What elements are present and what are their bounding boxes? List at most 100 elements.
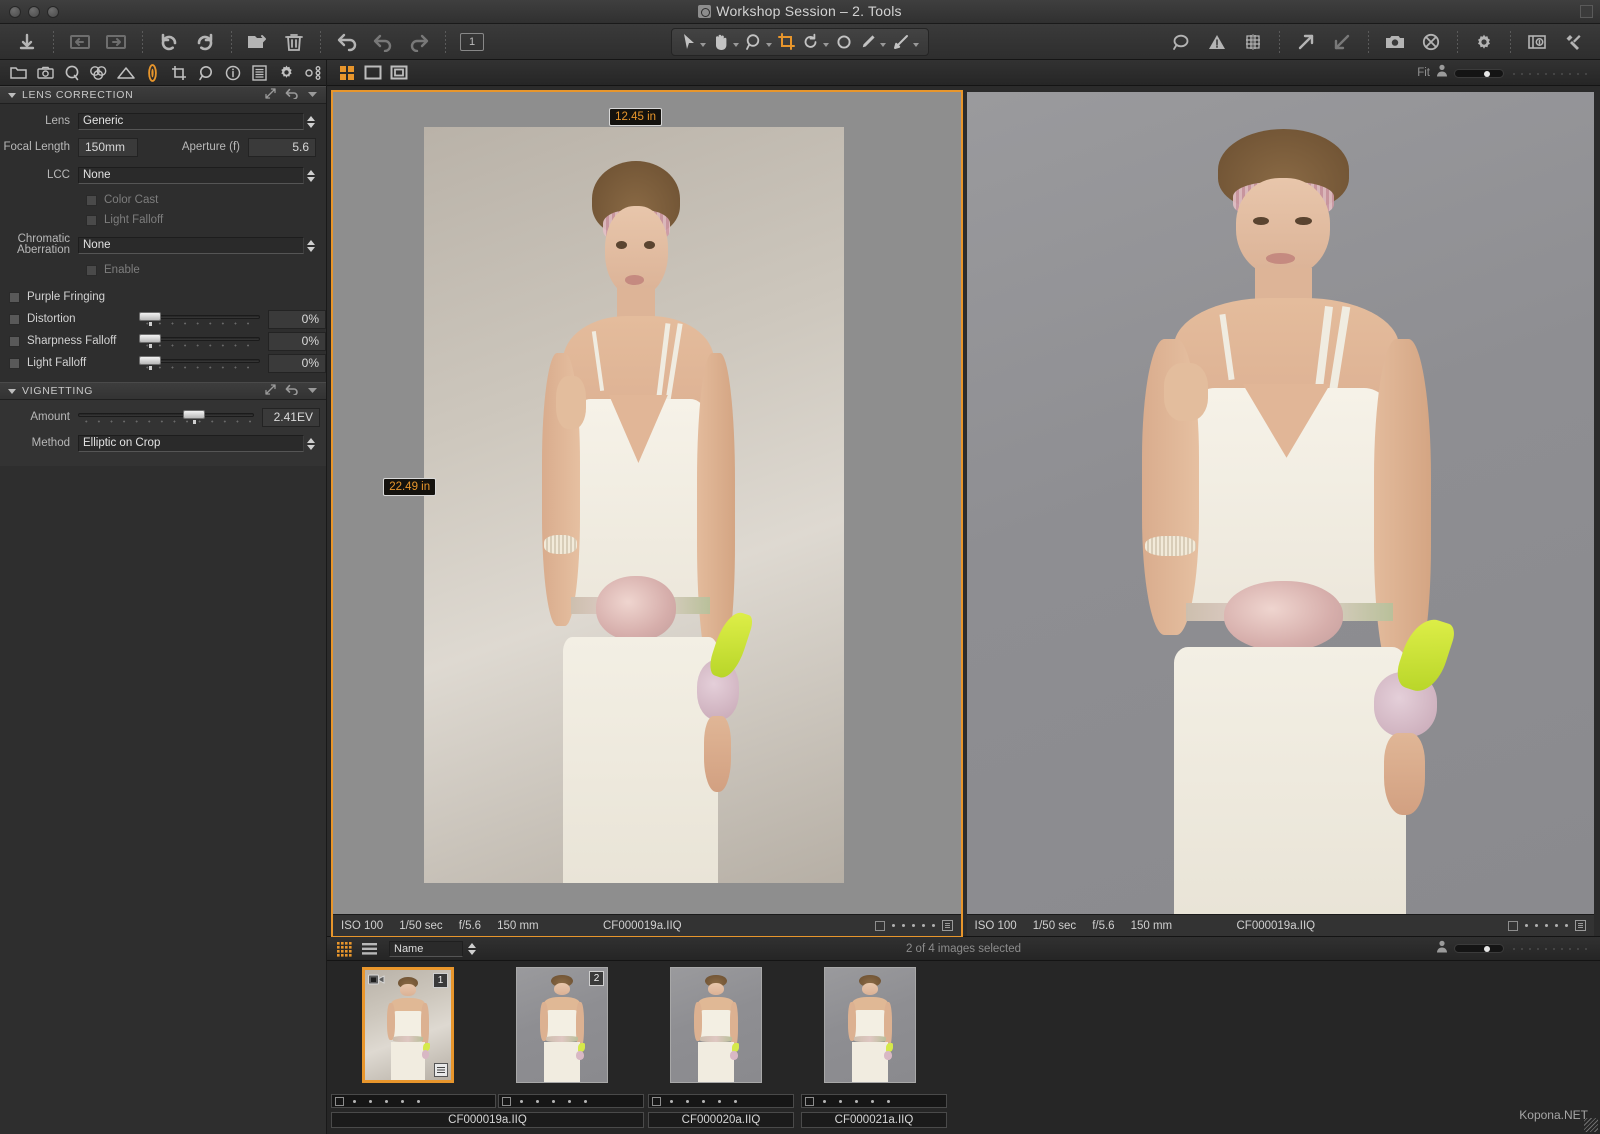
- light-falloff-slider[interactable]: [139, 353, 260, 373]
- batch-tab[interactable]: [301, 62, 326, 84]
- loupe-icon[interactable]: [1164, 27, 1198, 57]
- primary-image-pane[interactable]: 12.45 in 22.49 in ISO 100 1/50 sec f/5.6…: [331, 90, 963, 938]
- sharpness-falloff-slider[interactable]: [139, 331, 260, 351]
- gear-icon[interactable]: [1467, 27, 1501, 57]
- rotate-cw-icon[interactable]: [188, 27, 222, 57]
- lcc-select[interactable]: None: [78, 166, 315, 184]
- no-entry-icon[interactable]: [1414, 27, 1448, 57]
- color-tag-icon[interactable]: [502, 1096, 511, 1106]
- chevron-down-icon[interactable]: [913, 43, 919, 47]
- chromatic-aberration-select[interactable]: None: [78, 236, 315, 254]
- color-tag-icon[interactable]: [335, 1096, 344, 1106]
- vignette-amount-slider[interactable]: [78, 407, 254, 427]
- multi-view-button[interactable]: [335, 63, 359, 83]
- move-left-icon[interactable]: [63, 27, 97, 57]
- secondary-image-pane[interactable]: ISO 100 1/50 sec f/5.6 150 mm CF000019a.…: [966, 92, 1594, 936]
- rating-star-3[interactable]: [911, 924, 915, 927]
- vignette-method-select[interactable]: Elliptic on Crop: [78, 434, 315, 452]
- chevron-down-icon[interactable]: [766, 43, 772, 47]
- rotate-ccw-icon[interactable]: [152, 27, 186, 57]
- chevron-down-icon[interactable]: [733, 43, 739, 47]
- capture-tab[interactable]: [33, 62, 58, 84]
- pan-tool[interactable]: [709, 30, 742, 54]
- rating-star-1[interactable]: [891, 924, 895, 927]
- crop-tool[interactable]: [775, 30, 799, 54]
- lcc-stepper-icon[interactable]: [305, 167, 317, 186]
- resize-handle[interactable]: [1584, 1118, 1598, 1132]
- single-view-button[interactable]: [361, 63, 385, 83]
- notes-icon[interactable]: [941, 920, 953, 931]
- secondary-rating[interactable]: [1508, 920, 1586, 931]
- lens-stepper-icon[interactable]: [305, 113, 317, 132]
- rating-star-1[interactable]: [1525, 924, 1528, 927]
- tools-icon[interactable]: [1556, 27, 1590, 57]
- rating-star-5[interactable]: [931, 924, 935, 927]
- thumbnail-2[interactable]: 2: [485, 967, 639, 1134]
- sharpness-falloff-value[interactable]: 0%: [268, 331, 326, 351]
- rating-star-5[interactable]: [1565, 924, 1568, 927]
- color-tag-icon[interactable]: [1508, 920, 1518, 931]
- variant-count-icon[interactable]: 1: [455, 27, 489, 57]
- zoom-tool[interactable]: [742, 30, 775, 54]
- aperture-field[interactable]: 5.6: [248, 137, 316, 157]
- draw-mask-tool[interactable]: [856, 30, 889, 54]
- thumbnail-3-name[interactable]: CF000020a.IIQ: [648, 1112, 794, 1128]
- arrow-in-icon[interactable]: [1325, 27, 1359, 57]
- distortion-slider[interactable]: [139, 309, 260, 329]
- chromatic-stepper-icon[interactable]: [305, 237, 317, 256]
- reset-icon[interactable]: [285, 88, 298, 102]
- composition-tab[interactable]: [167, 62, 192, 84]
- primary-image-canvas[interactable]: 12.45 in 22.49 in: [333, 92, 961, 914]
- thumbnail-1-name[interactable]: CF000019a.IIQ: [331, 1112, 644, 1128]
- sharpness-falloff-checkbox[interactable]: [9, 335, 20, 347]
- rating-star-4[interactable]: [921, 924, 925, 927]
- light-falloff-value[interactable]: 0%: [268, 353, 326, 373]
- info-panel-icon[interactable]: [1520, 27, 1554, 57]
- notes-icon[interactable]: [434, 1063, 448, 1077]
- thumbnail-3[interactable]: [639, 967, 793, 1134]
- open-folder-icon[interactable]: [241, 27, 275, 57]
- camera-icon[interactable]: [1378, 27, 1412, 57]
- color-tag-icon[interactable]: [805, 1096, 814, 1106]
- chevron-down-icon[interactable]: [700, 43, 706, 47]
- thumbnail-4-name[interactable]: CF000021a.IIQ: [801, 1112, 947, 1128]
- secondary-image-canvas[interactable]: [966, 92, 1594, 914]
- exposure-tab[interactable]: [113, 62, 138, 84]
- thumbnail-1-image[interactable]: 1: [362, 967, 454, 1083]
- purple-fringing-checkbox[interactable]: [9, 291, 20, 303]
- sort-select[interactable]: Name: [389, 940, 463, 957]
- section-menu-icon[interactable]: [307, 385, 318, 397]
- output-tab[interactable]: [274, 62, 299, 84]
- arrow-out-icon[interactable]: [1289, 27, 1323, 57]
- rating-stars-1[interactable]: [353, 1099, 420, 1103]
- rating-star-3[interactable]: [1545, 924, 1548, 927]
- thumbnail-4-image[interactable]: [824, 967, 916, 1083]
- crop-region[interactable]: [423, 126, 845, 883]
- lens-select[interactable]: Generic: [78, 112, 315, 130]
- move-right-icon[interactable]: [99, 27, 133, 57]
- undo-all-icon[interactable]: [330, 27, 364, 57]
- distortion-checkbox[interactable]: [9, 313, 20, 325]
- rating-star-2[interactable]: [1535, 924, 1538, 927]
- color-tag-icon[interactable]: [652, 1096, 661, 1106]
- expand-icon[interactable]: [265, 88, 276, 102]
- focal-length-field[interactable]: 150mm: [78, 137, 138, 157]
- rating-bar-3[interactable]: [648, 1094, 794, 1108]
- enable-ca-row[interactable]: Enable: [0, 260, 326, 280]
- rating-stars-4[interactable]: [823, 1099, 890, 1103]
- zoom-slider[interactable]: [1454, 68, 1590, 79]
- disclosure-triangle-icon[interactable]: [8, 388, 16, 394]
- vignette-method-stepper-icon[interactable]: [305, 435, 317, 454]
- primary-rating[interactable]: [874, 920, 953, 931]
- rating-bar-4[interactable]: [801, 1094, 947, 1108]
- reset-icon[interactable]: [285, 384, 298, 398]
- import-icon[interactable]: [10, 27, 44, 57]
- section-menu-icon[interactable]: [307, 89, 318, 101]
- color-cast-row[interactable]: Color Cast: [0, 190, 326, 210]
- light-falloff-lcc-row[interactable]: Light Falloff: [0, 210, 326, 230]
- rating-star-4[interactable]: [1555, 924, 1558, 927]
- disclosure-triangle-icon[interactable]: [8, 92, 16, 98]
- distortion-value[interactable]: 0%: [268, 309, 326, 329]
- light-falloff-checkbox[interactable]: [9, 357, 20, 369]
- undo-icon[interactable]: [366, 27, 400, 57]
